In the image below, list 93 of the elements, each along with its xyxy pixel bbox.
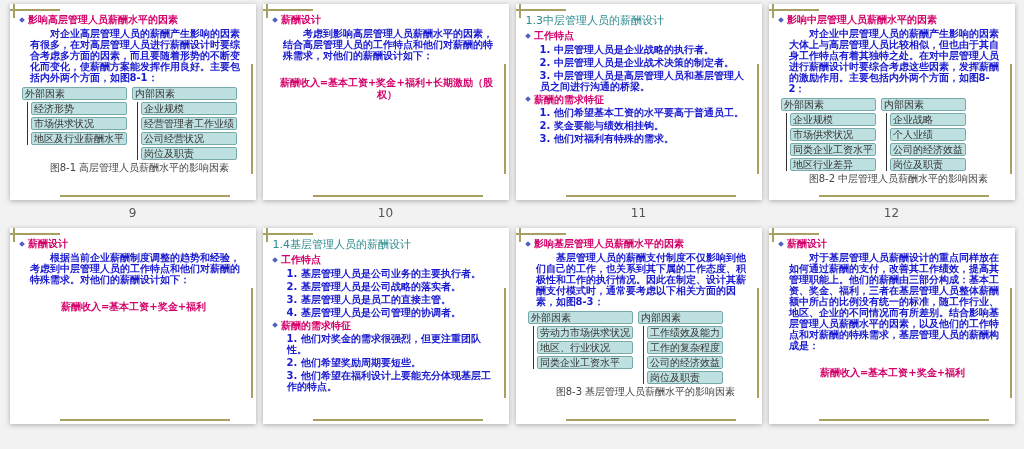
bullet-heading: 薪酬的需求特征 [280,319,351,332]
bullet-icon [524,240,531,247]
body-paragraph: 考虑到影响高层管理人员薪酬水平的因素，结合高层管理人员的工作特点和他们对薪酬的特殊需求，对他们的薪酬设计如下： [282,27,494,61]
bullet-icon [777,16,784,23]
connector-line [885,112,887,171]
connector-line [136,101,138,160]
diagram-box: 企业战略 [889,112,966,126]
diagram-box: 同类企业工资水平 [789,142,876,156]
numbered-item: 3. 他们希望在福利设计上要能充分体现基层工作的特点。 [286,370,492,393]
bullet-heading: 薪酬设计 [27,238,68,250]
slide-thumbnail[interactable]: 影响高层管理人员薪酬水平的因素 对企业高层管理人员的薪酬产生影响的因素有很多，在对高层管理人员进行薪酬设计时要综合考虑多方面的因素，而且要随着形势的不断变化而变化，使薪酬方案能发挥作用良好。主要包括内外两个方面，如图8-1： 外部因素 经济形势 市场供求状况 地区及行业薪酬水平 内部因素 企业规模 经营管理者工作业绩 公司经营状况 岗位及职责 图8-1 高层管理人员薪酬水平的影响因素 [9,4,256,200]
slide-thumbnail[interactable] [768,4,1015,200]
page-number: 11 [630,206,647,220]
diagram-box: 工作绩效及能力 [646,325,723,339]
connector-line [532,325,534,369]
body-paragraph: 对企业高层管理人员的薪酬产生影响的因素有很多，在对高层管理人员进行薪酬设计时要综合考虑多方面的因素，而且要随着形势的不断变化而变化，使薪酬方案能发挥作用良好。主要包括内外两个方面，如图8-1： [29,27,241,83]
slide-thumbnail[interactable]: 1.3中层管理人员的薪酬设计 工作特点 1. 中层管理人员是企业战略的执行者。 2. 中层管理人员是企业战术决策的制定者。 3. 中层管理人员是高层管理人员和基层管理人员之间进行沟通的桥梁。 薪酬的需求特征 1. 他们希望基本工资的水平要高于普通员工。 2. 奖金要能与绩效相挂钩。 3. 他们对福利有特殊的需求。 [515,4,762,200]
slide-thumbnail[interactable]: 薪酬设计 对于基层管理人员薪酬设计的重点同样放在如何通过薪酬的支付，改善其工作绩效，提高其管理职能上。他们的薪酬由三部分构成：基本工资、奖金、福利，三者在基层管理人员整体薪酬额中所占的比例没有统一的标准，随工作行业、地区、企业的不同情况而有所差别。结合影响基层管理人员薪酬水平的因素，以及他们的工作特点和对薪酬的特殊需求，基层管理人员的薪酬构成是： 薪酬收入=基本工资+奖金+福利 [768,228,1015,424]
bullet-icon [271,257,278,263]
slide-title: 1.4基层管理人员的薪酬设计 [272,238,412,252]
diagram-box: 岗位及职责 [140,146,237,160]
connector-line [785,112,787,171]
diagram-box: 内部因素 [131,86,237,100]
diagram-box: 外部因素 [21,86,127,100]
connector-line [642,325,644,384]
bullet-heading: 影响基层管理人员薪酬水平的因素 [533,238,684,250]
figure-caption: 图8-1 高层管理人员薪酬水平的影响因素 [48,161,231,173]
bullet-heading: 薪酬的需求特征 [533,93,604,106]
salary-formula: 薪酬收入=基本工资+奖金+福利+长期激励（股权） [278,76,495,101]
bullet-icon [777,240,784,247]
diagram-box: 企业规模 [789,112,876,126]
diagram-box: 公司经营状况 [140,131,237,145]
bullet-heading: 影响中层管理人员薪酬水平的因素 [786,14,937,26]
body-paragraph: 根据当前企业薪酬制度调整的趋势和经验，考虑到中层管理人员的工作特点和他们对薪酬的特殊需求。对他们的薪酬设计如下： [29,251,241,285]
numbered-item: 2. 基层管理人员是公司战略的落实者。 [286,280,462,292]
diagram-box: 个人业绩 [889,127,966,141]
bullet-heading: 工作特点 [533,30,574,42]
diagram-box: 公司的经济效益 [646,355,723,369]
bullet-heading: 影响高层管理人员薪酬水平的因素 [27,14,178,26]
body-paragraph: 基层管理人员的薪酬支付制度不仅影响到他们自己的工作，也关系到其下属的工作态度、积极性和工作的执行情况。因此在制定、设计其薪酬支付模式时，通常要考虑以下相关方面的因素，如图8-3： [535,251,747,307]
bullet-heading: 工作特点 [280,254,321,266]
diagram-box: 企业规模 [140,101,237,115]
page-number: 12 [883,206,900,220]
diagram-box: 市场供求状况 [30,116,127,130]
diagram-box: 内部因素 [637,310,723,324]
diagram-box: 工作的复杂程度 [646,340,723,354]
diagram-box: 市场供求状况 [789,127,876,141]
diagram-box: 公司的经济效益 [889,142,966,156]
bullet-heading: 薪酬设计 [280,14,321,26]
numbered-item: 2. 中层管理人员是企业战术决策的制定者。 [539,56,735,68]
diagram-box: 外部因素 [780,97,876,111]
slide-title: 1.3中层管理人员的薪酬设计 [525,14,665,28]
bullet-icon [18,16,25,23]
numbered-item: 2. 他们希望奖励周期要短些。 [286,357,422,369]
bullet-icon [271,322,278,329]
page-number: 9 [128,206,137,220]
numbered-item: 3. 中层管理人员是高层管理人员和基层管理人员之间进行沟通的桥梁。 [539,69,745,92]
numbered-item: 3. 基层管理人员是员工的直接主管。 [286,293,452,305]
diagram-box: 经营管理者工作业绩 [140,116,237,130]
slide-thumbnail[interactable]: 薪酬设计 根据当前企业薪酬制度调整的趋势和经验，考虑到中层管理人员的工作特点和他们对薪酬的特殊需求。对他们的薪酬设计如下： 薪酬收入=基本工资+奖金+福利 [9,228,256,424]
bullet-icon [524,96,531,103]
bullet-icon [524,33,531,39]
diagram-box: 劳动力市场供求状况 [536,325,633,339]
diagram-box: 外部因素 [527,310,633,324]
bullet-icon [271,16,278,23]
diagram-box: 经济形势 [30,101,127,115]
slide-thumbnail[interactable]: 薪酬设计 考虑到影响高层管理人员薪酬水平的因素，结合高层管理人员的工作特点和他们对薪酬的特殊需求，对他们的薪酬设计如下： 薪酬收入=基本工资+奖金+福利+长期激励（股权） [262,4,509,200]
body-paragraph: 对于基层管理人员薪酬设计的重点同样放在如何通过薪酬的支付，改善其工作绩效，提高其管理职能上。他们的薪酬由三部分构成：基本工资、奖金、福利，三者在基层管理人员整体薪酬额中所占的比例没有统一的标准，随工作行业、地区、企业的不同情况而有所差别。结合影响基层管理人员薪酬水平的因素，以及他们的工作特点和对薪酬的特殊需求，基层管理人员的薪酬构成是： [788,251,1000,351]
numbered-item: 1. 基层管理人员是公司业务的主要执行者。 [286,267,482,279]
diagram-box: 岗位及职责 [646,370,723,384]
slide-thumbnail[interactable]: 1.4基层管理人员的薪酬设计 工作特点 1. 基层管理人员是公司业务的主要执行者。 2. 基层管理人员是公司战略的落实者。 3. 基层管理人员是员工的直接主管。 4. 基层管理人员是公司管理的协调者。 薪酬的需求特征 1. 他们对奖金的需求很强烈，但更注重团队性。 2. 他们希望奖励周期要短些。 3. 他们希望在福利设计上要能充分体现基层工作的特点。 [262,228,509,424]
numbered-item: 3. 他们对福利有特殊的需求。 [539,133,675,145]
body-paragraph: 对企业中层管理人员的薪酬产生影响的因素大体上与高层管理人员比较相似，但也由于其自身工作特点有着其独特之处。在对中层管理人员进行薪酬设计时要综合考虑这些因素，发挥薪酬的激励作用。主要包括内外两个方面，如图8-2： [788,27,1000,94]
figure-caption: 图8-2 中层管理人员薪酬水平的影响因素 [807,172,990,184]
diagram-box: 同类企业工资水平 [536,355,633,369]
diagram-box: 地区、行业状况 [536,340,633,354]
numbered-item: 1. 他们希望基本工资的水平要高于普通员工。 [539,107,745,119]
diagram-box: 内部因素 [880,97,966,111]
diagram-box: 地区及行业薪酬水平 [30,131,127,145]
numbered-item: 1. 他们对奖金的需求很强烈，但更注重团队性。 [286,333,482,356]
diagram-box: 岗位及职责 [889,157,966,171]
connector-line [26,101,28,145]
diagram-box: 地区行业差异 [789,157,876,171]
numbered-item: 1. 中层管理人员是企业战略的执行者。 [539,43,715,55]
numbered-item: 4. 基层管理人员是公司管理的协调者。 [286,306,462,318]
figure-caption: 图8-3 基层管理人员薪酬水平的影响因素 [554,385,737,397]
salary-formula: 薪酬收入=基本工资+奖金+福利 [59,300,208,313]
page-number: 10 [377,206,394,220]
slide-thumbnail[interactable]: 影响基层管理人员薪酬水平的因素 基层管理人员的薪酬支付制度不仅影响到他们自己的工作，也关系到其下属的工作态度、积极性和工作的执行情况。因此在制定、设计其薪酬支付模式时，通常要考虑以下相关方面的因素，如图8-3： 外部因素 劳动力市场供求状况 地区、行业状况 同类企业工资水平 内部因素 工作绩效及能力 工作的复杂程度 公司的经济效益 岗位及职责 图8-3 基层管理人员薪酬水平的影响因素 [515,228,762,424]
salary-formula: 薪酬收入=基本工资+奖金+福利 [818,366,967,379]
bullet-icon [18,240,25,247]
bullet-heading: 薪酬设计 [786,238,827,250]
numbered-item: 2. 奖金要能与绩效相挂钩。 [539,120,665,132]
